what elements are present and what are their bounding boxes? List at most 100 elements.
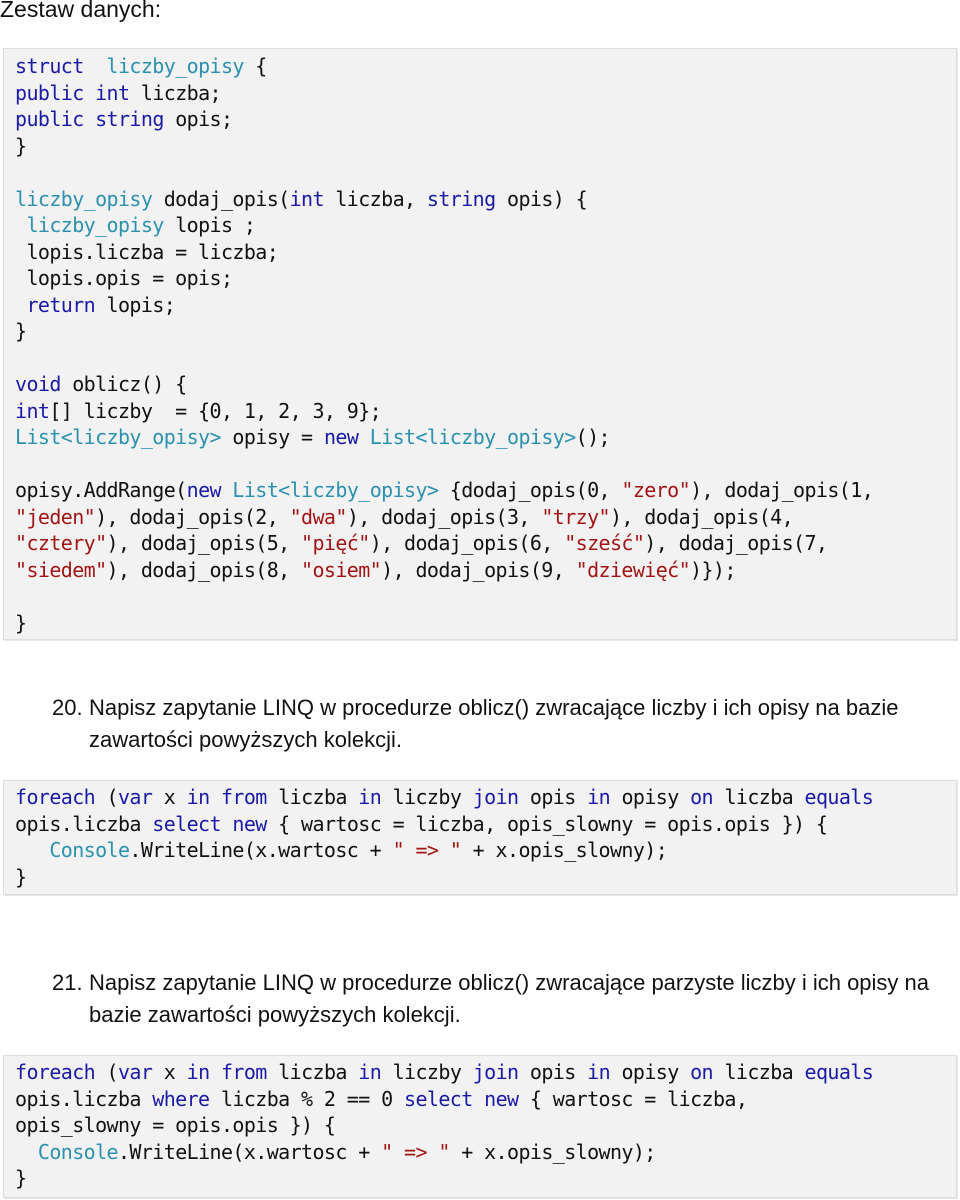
code-keyword: return xyxy=(26,292,96,317)
code-text: { xyxy=(243,54,267,78)
code-text: .WriteLine(x.wartosc + xyxy=(129,838,393,862)
code-line: int[] liczby = {0, 1, 2, 3, 9}; xyxy=(15,398,945,425)
code-text: opis_slowny = opis.opis }) { xyxy=(15,1113,336,1137)
code-text: } xyxy=(15,319,27,343)
code-string: "dwa" xyxy=(289,504,348,529)
code-keyword: void xyxy=(15,372,61,396)
code-string: "zero" xyxy=(621,478,691,502)
code-type: Console xyxy=(49,838,130,862)
code-keyword: new xyxy=(484,1086,519,1111)
code-keyword: public xyxy=(15,107,84,131)
code-line: "siedem"), dodaj_opis(8, "osiem"), dodaj… xyxy=(15,557,945,584)
code-text: liczby xyxy=(381,785,473,809)
code-line: List<liczby_opisy> opisy = new List<licz… xyxy=(15,424,945,451)
code-text: liczba xyxy=(266,785,359,809)
code-text: opisy.AddRange( xyxy=(15,478,187,502)
code-line: liczby_opisy lopis ; xyxy=(15,212,945,239)
code-line: public string opis; xyxy=(15,106,945,133)
code-keyword: in xyxy=(186,785,210,809)
code-string: "siedem" xyxy=(15,557,107,582)
code-text: ), dodaj_opis(1, xyxy=(690,478,874,502)
code-text: } xyxy=(15,610,27,635)
code-text: + x.opis_slowny); xyxy=(461,838,668,862)
code-line: } xyxy=(15,864,945,891)
code-text: ), dodaj_opis(7, xyxy=(644,531,828,555)
code-text: liczba xyxy=(713,1060,805,1084)
code-keyword: new xyxy=(232,811,267,836)
code-text: ), dodaj_opis(9, xyxy=(381,557,576,582)
code-line: "cztery"), dodaj_opis(5, "pięć"), dodaj_… xyxy=(15,530,945,557)
code-keyword: string xyxy=(426,186,496,211)
code-line: } xyxy=(15,1165,945,1192)
code-line: void oblicz() { xyxy=(15,371,945,398)
code-keyword: foreach xyxy=(15,1060,96,1084)
code-text: liczba xyxy=(713,785,805,809)
code-text: } xyxy=(15,864,27,889)
code-text: { wartosc = liczba, opis_slowny = opis.o… xyxy=(266,811,828,836)
task-text: Napisz zapytanie LINQ w procedurze oblic… xyxy=(89,695,899,752)
code-keyword: in xyxy=(587,1060,611,1084)
code-type: List xyxy=(15,425,61,449)
code-keyword: from xyxy=(220,1060,267,1084)
code-keyword: new xyxy=(186,478,222,502)
code-line: public int liczba; xyxy=(15,80,945,107)
code-text: opisy xyxy=(610,1060,691,1084)
code-text: lopis; xyxy=(95,292,176,317)
code-text: ), dodaj_opis(2, xyxy=(95,504,290,529)
code-line: opis.liczba where liczba % 2 == 0 select… xyxy=(15,1086,945,1113)
code-text: opisy xyxy=(610,785,691,809)
code-keyword: in xyxy=(587,785,611,809)
code-line: "jeden"), dodaj_opis(2, "dwa"), dodaj_op… xyxy=(15,504,945,531)
code-text: {dodaj_opis(0, xyxy=(438,478,622,502)
code-text: ), dodaj_opis(6, xyxy=(369,531,565,555)
code-string: "cztery" xyxy=(15,531,107,555)
code-type: liczby_opisy xyxy=(26,213,164,237)
code-type: List<liczby_opisy> xyxy=(232,478,439,502)
code-type: List<liczby_opisy> xyxy=(369,425,577,449)
code-string: "osiem" xyxy=(301,557,382,582)
code-string: "sześć" xyxy=(564,531,645,555)
code-text: opis xyxy=(518,1060,588,1084)
code-keyword: in xyxy=(358,785,382,809)
code-line: Console.WriteLine(x.wartosc + " => " + x… xyxy=(15,1139,945,1166)
code-text: opis; xyxy=(163,107,233,131)
code-text: lopis ; xyxy=(163,213,256,237)
code-keyword: where xyxy=(152,1086,210,1111)
code-keyword: int xyxy=(15,398,50,423)
task-number: 20. xyxy=(52,695,83,720)
code-type: Console xyxy=(37,1139,119,1164)
code-line: opis.liczba select new { wartosc = liczb… xyxy=(15,811,945,838)
code-line: liczby_opisy dodaj_opis(int liczba, stri… xyxy=(15,186,945,213)
code-text: opis) { xyxy=(495,186,588,211)
code-keyword: select xyxy=(404,1086,473,1111)
task-text: Napisz zapytanie LINQ w procedurze oblic… xyxy=(89,970,930,1027)
code-keyword: var xyxy=(117,785,153,809)
code-text: x xyxy=(152,785,187,809)
code-text: liczba % 2 == 0 xyxy=(209,1086,405,1111)
code-string: " => " xyxy=(392,838,462,862)
code-line: foreach (var x in from liczba in liczby … xyxy=(15,1059,945,1086)
code-line: foreach (var x in from liczba in liczby … xyxy=(15,784,945,811)
code-text: ( xyxy=(95,1060,119,1084)
code-string: "dziewięć" xyxy=(575,557,691,582)
code-keyword: equals xyxy=(804,785,874,809)
code-line: return lopis; xyxy=(15,292,945,319)
code-keyword: struct xyxy=(15,54,84,78)
code-text: ), dodaj_opis(4, xyxy=(609,504,794,529)
code-keyword: public xyxy=(15,80,84,105)
code-keyword: in xyxy=(358,1060,382,1084)
code-keyword: from xyxy=(220,785,267,809)
code-keyword: in xyxy=(186,1060,210,1084)
code-text: opis.liczba xyxy=(15,1086,153,1111)
code-text: ( xyxy=(95,785,119,809)
